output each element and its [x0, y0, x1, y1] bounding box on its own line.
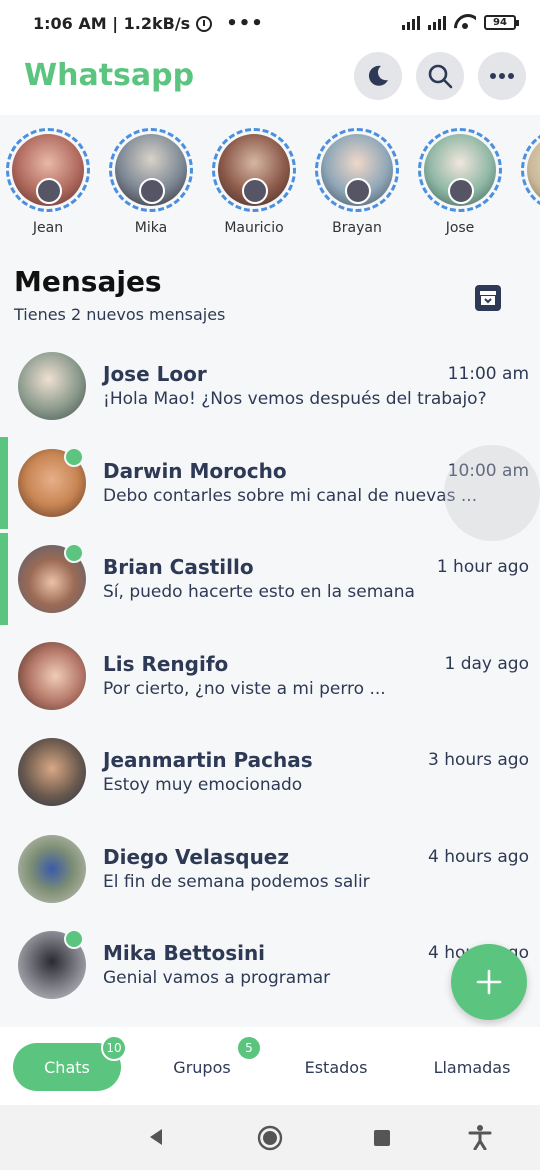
moon-icon: [368, 65, 388, 86]
more-button[interactable]: [478, 52, 526, 100]
tab-grupos-label: Grupos: [173, 1057, 231, 1077]
archive-icon: [480, 291, 496, 305]
plus-icon: [476, 969, 502, 995]
unread-indicator: [0, 533, 8, 625]
story-ring: [521, 128, 540, 212]
story-item[interactable]: [520, 128, 540, 220]
tab-estados[interactable]: Estados: [284, 1043, 388, 1091]
chat-time: 1 hour ago: [436, 557, 529, 577]
more-icon: [490, 73, 514, 79]
story-item[interactable]: Mauricio: [211, 128, 297, 236]
avatar: [18, 738, 86, 806]
chat-row[interactable]: Diego Velasquez 4 hours ago El fin de se…: [0, 823, 540, 920]
story-ring: [109, 128, 193, 212]
online-dot: [64, 446, 84, 467]
chat-preview: Sí, puedo hacerte esto en la semana: [103, 582, 415, 602]
archive-button[interactable]: [475, 285, 501, 311]
chat-row[interactable]: Jeanmartin Pachas 3 hours ago Estoy muy …: [0, 726, 540, 823]
chat-preview: Estoy muy emocionado: [103, 775, 303, 795]
chat-preview: El fin de semana podemos salir: [103, 871, 370, 892]
story-mini-avatar: [36, 178, 62, 204]
chat-time: 4 hours ago: [427, 846, 529, 867]
chat-list: Jose Loor 11:00 am ¡Hola Mao! ¿Nos vemos…: [0, 340, 540, 1016]
story-item[interactable]: Jean: [5, 128, 91, 236]
app-header: Whatsapp: [0, 48, 540, 115]
story-mini-avatar: [345, 178, 371, 204]
status-time: 1:06 AM | 1.2kB/s: [33, 14, 191, 33]
story-name: Jose: [445, 220, 475, 236]
status-bar: 1:06 AM | 1.2kB/s ••• 94: [0, 0, 540, 48]
chat-name: Lis Rengifo: [103, 651, 229, 676]
system-navigation-bar: [0, 1105, 540, 1170]
chat-preview: Genial vamos a programar: [103, 968, 331, 988]
avatar: [18, 834, 86, 903]
dark-mode-button[interactable]: [354, 52, 402, 100]
chat-name: Jeanmartin Pachas: [103, 748, 313, 772]
chat-row[interactable]: Brian Castillo 1 hour ago Sí, puedo hace…: [0, 533, 540, 630]
chat-name: Brian Castillo: [103, 555, 254, 579]
chat-preview: Por cierto, ¿no viste a mi perro ...: [103, 678, 386, 699]
story-item[interactable]: Jose: [417, 128, 503, 236]
chat-preview: Debo contarles sobre mi canal de nuevas …: [103, 485, 478, 506]
avatar: [18, 641, 86, 710]
tab-estados-label: Estados: [304, 1057, 368, 1077]
messages-title: Mensajes: [14, 265, 162, 298]
home-icon[interactable]: [257, 1125, 283, 1151]
avatar: [18, 352, 86, 420]
story-ring: [418, 128, 502, 212]
online-dot: [64, 543, 84, 563]
tab-llamadas[interactable]: Llamadas: [418, 1043, 526, 1091]
chat-row[interactable]: Jose Loor 11:00 am ¡Hola Mao! ¿Nos vemos…: [0, 340, 540, 437]
online-dot: [64, 929, 84, 949]
story-name: Mauricio: [224, 220, 284, 236]
tab-chats-label: Chats: [44, 1057, 90, 1077]
app-title: Whatsapp: [24, 58, 195, 93]
chat-time: 11:00 am: [447, 364, 529, 384]
grupos-badge: 5: [236, 1035, 262, 1061]
chat-time: 3 hours ago: [427, 750, 529, 770]
story-item[interactable]: Mika: [108, 128, 194, 236]
story-item[interactable]: Brayan: [314, 128, 400, 236]
battery-icon: 94: [484, 15, 519, 30]
story-name: Brayan: [332, 220, 382, 236]
chat-preview: ¡Hola Mao! ¿Nos vemos después del trabaj…: [103, 389, 487, 409]
recents-icon[interactable]: [373, 1129, 391, 1147]
story-avatar: [527, 134, 540, 206]
wifi-icon: [454, 14, 476, 30]
bottom-tab-bar: Chats 10 Grupos 5 Estados Llamadas: [0, 1027, 540, 1105]
notification-dots: •••: [226, 13, 264, 34]
chat-name: Darwin Morocho: [103, 458, 287, 483]
unread-indicator: [0, 436, 8, 529]
story-mini-avatar: [242, 178, 268, 204]
tab-llamadas-label: Llamadas: [433, 1057, 511, 1077]
story-ring: [315, 128, 399, 212]
status-right: 94: [402, 14, 519, 30]
search-button[interactable]: [416, 52, 464, 100]
chats-badge: 10: [101, 1035, 127, 1061]
story-name: Mika: [134, 220, 168, 236]
stories-row: Jean Mika Mauricio Brayan Jose: [0, 118, 540, 243]
chat-name: Jose Loor: [103, 362, 207, 386]
new-chat-button[interactable]: [451, 944, 527, 1020]
status-left: 1:06 AM | 1.2kB/s •••: [33, 13, 264, 34]
alarm-icon: [196, 15, 213, 32]
story-mini-avatar: [448, 178, 474, 204]
accessibility-icon[interactable]: [468, 1124, 492, 1150]
story-name: Jean: [32, 220, 64, 236]
signal-icon-2: [428, 14, 446, 30]
messages-subtitle: Tienes 2 nuevos mensajes: [14, 305, 226, 324]
chat-time: 1 day ago: [444, 653, 529, 674]
search-icon: [428, 64, 453, 89]
signal-icon: [402, 14, 420, 30]
story-ring: [6, 128, 90, 212]
chat-name: Mika Bettosini: [103, 941, 266, 965]
back-icon[interactable]: [146, 1127, 166, 1147]
story-mini-avatar: [139, 178, 165, 204]
chat-name: Diego Velasquez: [103, 844, 290, 869]
touch-ripple: [444, 445, 540, 541]
chat-row[interactable]: Lis Rengifo 1 day ago Por cierto, ¿no vi…: [0, 630, 540, 727]
story-ring: [212, 128, 296, 212]
